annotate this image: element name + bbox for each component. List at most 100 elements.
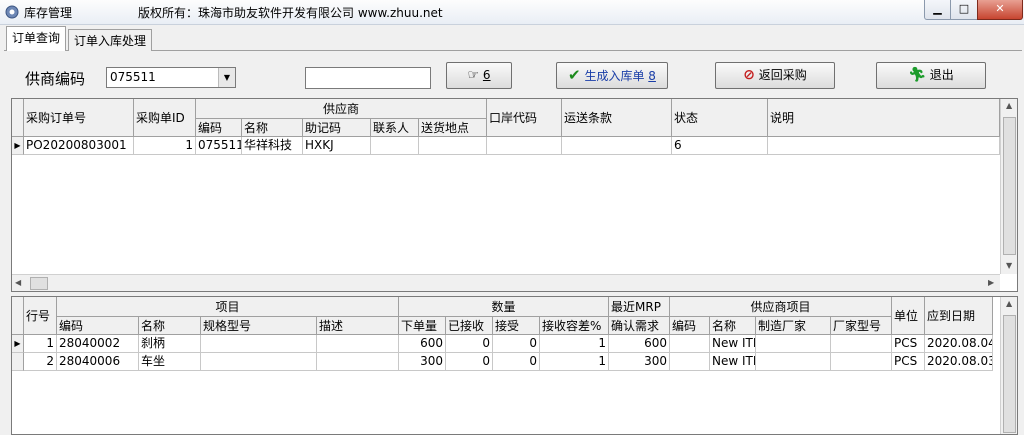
desc-cell[interactable] [317, 335, 399, 353]
h-scroll-thumb[interactable] [30, 277, 48, 290]
minimize-button[interactable]: ▁ [924, 0, 951, 20]
vendor-name-cell[interactable]: New ITI [710, 353, 756, 371]
spec-cell[interactable] [201, 353, 317, 371]
order-qty-cell[interactable]: 600 [399, 335, 446, 353]
col-accept[interactable]: 接受 [493, 317, 540, 335]
order-items-grid[interactable]: 行号 项目 编码 名称 规格型号 描述 数量 下单量 已接收 接受 接收容差% … [11, 296, 1018, 435]
col-po-id[interactable]: 采购单ID [134, 99, 196, 137]
due-date-cell[interactable]: 2020.08.03 [925, 353, 993, 371]
col-order-qty[interactable]: 下单量 [399, 317, 446, 335]
mnemonic-cell[interactable]: HXKJ [303, 137, 371, 155]
maker-cell[interactable] [756, 353, 831, 371]
line-no-cell[interactable]: 1 [24, 335, 57, 353]
col-po-no[interactable]: 采购订单号 [24, 99, 134, 137]
port-code-cell[interactable] [487, 137, 562, 155]
tab-order-receiving[interactable]: 订单入库处理 [68, 29, 153, 51]
generate-receipt-label: 生成入库单 [584, 69, 645, 83]
supplier-name-cell[interactable]: 华祥科技 [242, 137, 303, 155]
col-unit[interactable]: 单位 [892, 297, 925, 335]
col-confirm-demand[interactable]: 确认需求 [609, 317, 670, 335]
order-qty-cell[interactable]: 300 [399, 353, 446, 371]
purchase-order-grid[interactable]: 采购订单号 采购单ID 供应商 编码 名称 助记码 联系人 送货地点 口岸代码 … [11, 98, 1018, 292]
confirm-demand-cell[interactable]: 300 [609, 353, 670, 371]
scroll-thumb[interactable] [1003, 117, 1016, 255]
col-supplier-code[interactable]: 编码 [196, 119, 242, 137]
vendor-code-cell[interactable] [670, 353, 710, 371]
col-maker-model[interactable]: 厂家型号 [831, 317, 892, 335]
close-button[interactable]: ✕ [977, 0, 1023, 20]
generate-receipt-button[interactable]: ✔ 生成入库单 8 [556, 62, 668, 89]
item-code-cell[interactable]: 28040002 [57, 335, 139, 353]
vertical-scrollbar[interactable]: ▲ [1000, 297, 1017, 434]
app-gear-icon [5, 5, 19, 19]
col-spec[interactable]: 规格型号 [201, 317, 317, 335]
contact-cell[interactable] [371, 137, 419, 155]
col-contact[interactable]: 联系人 [371, 119, 419, 137]
col-status[interactable]: 状态 [672, 99, 768, 137]
accept-cell[interactable]: 0 [493, 335, 540, 353]
desc-cell[interactable] [317, 353, 399, 371]
tolerance-cell[interactable]: 1 [540, 335, 609, 353]
confirm-demand-cell[interactable]: 600 [609, 335, 670, 353]
exit-button[interactable]: 🏃︎ 退出 [876, 62, 986, 89]
scroll-down-icon[interactable]: ▼ [1006, 261, 1012, 270]
item-name-cell[interactable]: 刹柄 [139, 335, 201, 353]
item-name-cell[interactable]: 车坐 [139, 353, 201, 371]
status-cell[interactable]: 6 [672, 137, 768, 155]
col-item-name[interactable]: 名称 [139, 317, 201, 335]
unit-cell[interactable]: PCS [892, 353, 925, 371]
col-maker[interactable]: 制造厂家 [756, 317, 831, 335]
col-port-code[interactable]: 口岸代码 [487, 99, 562, 137]
tolerance-cell[interactable]: 1 [540, 353, 609, 371]
scroll-up-icon[interactable]: ▲ [1006, 299, 1012, 308]
col-remark[interactable]: 说明 [768, 99, 1000, 137]
col-desc[interactable]: 描述 [317, 317, 399, 335]
checkmark-icon: ✔ [568, 66, 581, 84]
col-shipping-terms[interactable]: 运送条款 [562, 99, 672, 137]
col-mnemonic[interactable]: 助记码 [303, 119, 371, 137]
supplier-code-combobox[interactable]: 075511 ▼ [106, 67, 236, 88]
scroll-right-icon[interactable]: ▶ [988, 278, 994, 287]
col-received[interactable]: 已接收 [446, 317, 493, 335]
vendor-code-cell[interactable] [670, 335, 710, 353]
col-vendor-code[interactable]: 编码 [670, 317, 710, 335]
chevron-down-icon[interactable]: ▼ [218, 68, 235, 87]
col-tolerance[interactable]: 接收容差% [540, 317, 609, 335]
maximize-button[interactable]: □ [950, 0, 978, 20]
tab-order-query[interactable]: 订单查询 [6, 26, 67, 51]
col-due-date[interactable]: 应到日期 [925, 297, 993, 335]
scroll-up-icon[interactable]: ▲ [1006, 101, 1012, 110]
line-no-cell[interactable]: 2 [24, 353, 57, 371]
horizontal-scrollbar[interactable]: ◀ ▶ [12, 274, 1000, 291]
spec-cell[interactable] [201, 335, 317, 353]
due-date-cell[interactable]: 2020.08.04 [925, 335, 993, 353]
search-input[interactable] [305, 67, 431, 89]
row-indicator [12, 353, 24, 371]
supplier-code-cell[interactable]: 075511 [196, 137, 242, 155]
po-no-cell[interactable]: PO20200803001 [24, 137, 134, 155]
remark-cell[interactable] [768, 137, 1000, 155]
return-purchase-button[interactable]: ⊘ 返回采购 [715, 62, 835, 89]
col-item-code[interactable]: 编码 [57, 317, 139, 335]
search-button[interactable]: ☞ 6 [446, 62, 512, 89]
accept-cell[interactable]: 0 [493, 353, 540, 371]
shipping-terms-cell[interactable] [562, 137, 672, 155]
col-vendor-name[interactable]: 名称 [710, 317, 756, 335]
vendor-name-cell[interactable]: New ITI [710, 335, 756, 353]
maker-cell[interactable] [756, 335, 831, 353]
received-cell[interactable]: 0 [446, 335, 493, 353]
po-id-cell[interactable]: 1 [134, 137, 196, 155]
row-indicator-header [12, 99, 24, 137]
scroll-left-icon[interactable]: ◀ [15, 278, 21, 287]
ship-to-cell[interactable] [419, 137, 487, 155]
item-code-cell[interactable]: 28040006 [57, 353, 139, 371]
vertical-scrollbar[interactable]: ▲ ▼ [1000, 99, 1017, 274]
received-cell[interactable]: 0 [446, 353, 493, 371]
unit-cell[interactable]: PCS [892, 335, 925, 353]
col-supplier-name[interactable]: 名称 [242, 119, 303, 137]
scroll-thumb[interactable] [1003, 315, 1016, 433]
maker-model-cell[interactable] [831, 353, 892, 371]
col-line-no[interactable]: 行号 [24, 297, 57, 335]
maker-model-cell[interactable] [831, 335, 892, 353]
col-ship-to[interactable]: 送货地点 [419, 119, 487, 137]
